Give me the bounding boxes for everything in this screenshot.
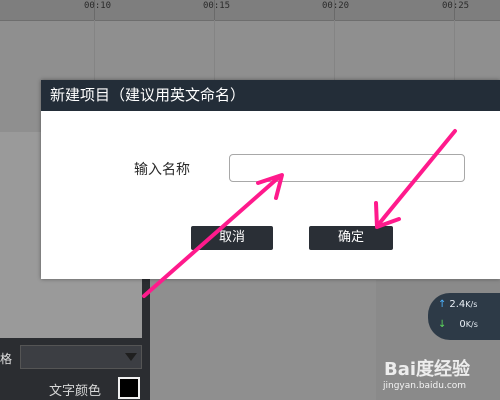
download-speed: ↓ 0K/s <box>438 319 478 330</box>
download-arrow-icon: ↓ <box>438 319 447 330</box>
timeline-ruler[interactable]: 00:10 00:15 00:20 00:25 <box>0 0 500 21</box>
ruler-tick-label: 00:25 <box>442 1 470 11</box>
text-color-swatch[interactable] <box>118 377 140 399</box>
upload-unit: K/s <box>465 300 478 309</box>
text-color-label: 文字颜色 <box>49 384 102 399</box>
dialog-body: 输入名称 取消 确定 <box>41 111 500 279</box>
network-speed-widget: ↑ 2.4K/s ↓ 0K/s <box>428 293 500 340</box>
cancel-button[interactable]: 取消 <box>191 226 273 250</box>
track-gridline <box>94 20 95 80</box>
download-unit: K/s <box>465 320 478 329</box>
ruler-tick-label: 00:20 <box>322 1 350 11</box>
track-gridline <box>334 20 335 80</box>
dialog-title: 新建项目（建议用英文命名） <box>41 80 500 111</box>
baidu-jingyan-logo: Bai度经验 <box>384 359 471 380</box>
chevron-down-icon <box>125 353 137 361</box>
ruler-tick-label: 00:15 <box>203 1 231 11</box>
track-gridline <box>454 20 455 80</box>
upload-speed: ↑ 2.4K/s <box>438 299 477 310</box>
name-label: 输入名称 <box>134 162 190 178</box>
track-gridline <box>214 20 215 80</box>
ok-button[interactable]: 确定 <box>309 226 393 250</box>
format-label: 格 <box>0 352 13 366</box>
new-project-dialog: 新建项目（建议用英文命名） 输入名称 取消 确定 <box>41 80 500 279</box>
project-name-input[interactable] <box>229 154 465 182</box>
upload-arrow-icon: ↑ <box>438 299 447 310</box>
ruler-tick-label: 00:10 <box>84 1 112 11</box>
upload-value: 2.4 <box>449 299 466 310</box>
format-select[interactable] <box>20 345 142 369</box>
watermark-url: jingyan.baidu.com <box>383 381 467 391</box>
